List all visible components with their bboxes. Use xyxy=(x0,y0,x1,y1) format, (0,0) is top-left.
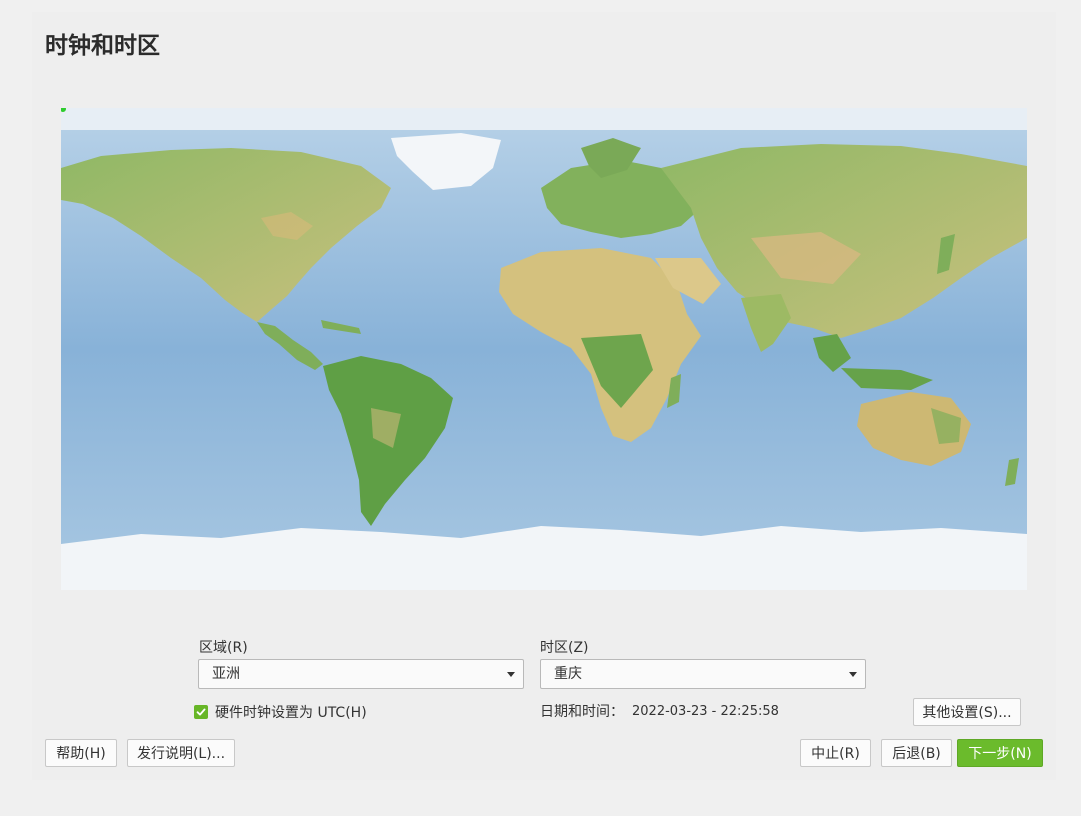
release-notes-button[interactable]: 发行说明(L)... xyxy=(127,739,235,767)
world-map-image[interactable] xyxy=(61,108,1027,590)
arctic-ice xyxy=(61,108,1027,130)
timezone-select[interactable]: 重庆 xyxy=(540,659,866,689)
world-map[interactable] xyxy=(61,108,1027,590)
datetime-label: 日期和时间： xyxy=(540,704,624,720)
chevron-down-icon xyxy=(849,672,857,677)
page-title: 时钟和时区 xyxy=(45,33,160,59)
datetime-value: 2022-03-23 - 22:25:58 xyxy=(632,704,779,719)
next-button[interactable]: 下一步(N) xyxy=(957,739,1043,767)
region-select-value: 亚洲 xyxy=(212,666,240,682)
checkmark-icon xyxy=(196,708,206,716)
back-button[interactable]: 后退(B) xyxy=(881,739,952,767)
installer-window: 时钟和时区 区域(R) 亚洲 时区(Z) 重庆 硬件时钟设置为 UTC(H) 日… xyxy=(32,12,1056,780)
checkbox-checked-icon[interactable] xyxy=(194,705,208,719)
region-select[interactable]: 亚洲 xyxy=(198,659,524,689)
chevron-down-icon xyxy=(507,672,515,677)
timezone-select-value: 重庆 xyxy=(554,666,582,682)
help-button[interactable]: 帮助(H) xyxy=(45,739,117,767)
timezone-label: 时区(Z) xyxy=(540,640,589,656)
other-settings-button[interactable]: 其他设置(S)... xyxy=(913,698,1021,726)
hardware-clock-utc-checkbox[interactable]: 硬件时钟设置为 UTC(H) xyxy=(194,702,367,722)
region-label: 区域(R) xyxy=(199,640,248,656)
hardware-clock-label: 硬件时钟设置为 UTC(H) xyxy=(215,705,367,721)
abort-button[interactable]: 中止(R) xyxy=(800,739,871,767)
